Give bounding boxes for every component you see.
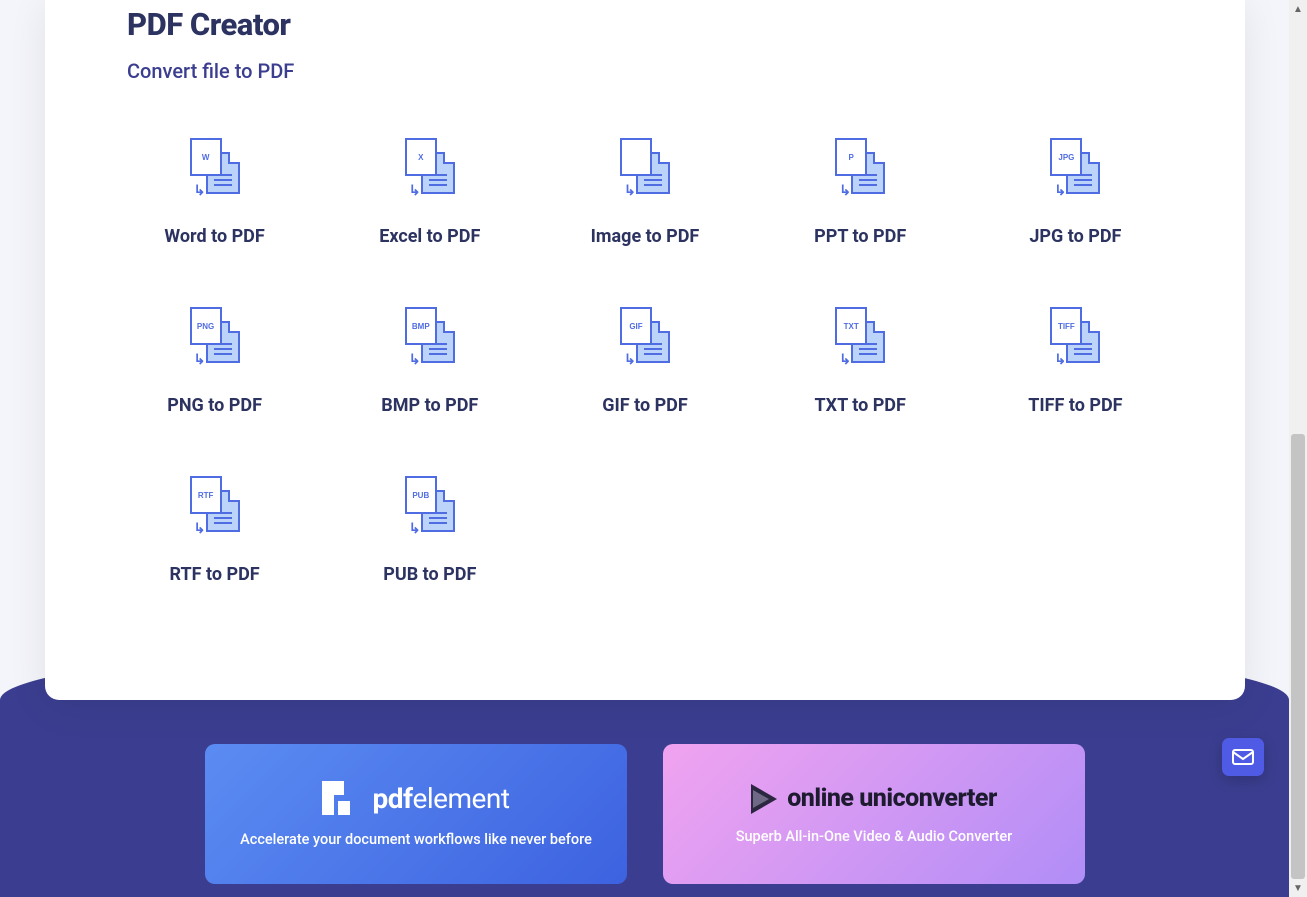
tool-label: BMP to PDF [381,395,478,416]
tool-label: PPT to PDF [814,226,906,247]
bmp-file-icon: BMP ↳ [399,307,461,367]
excel-file-icon: X ↳ [399,138,461,198]
pub-file-icon: PUB ↳ [399,476,461,536]
pdf-creator-panel: PDF Creator Convert file to PDF W ↳ Word… [45,0,1245,700]
tool-excel-to-pdf[interactable]: X ↳ Excel to PDF [342,138,517,247]
ppt-file-icon: P ↳ [829,138,891,198]
tool-image-to-pdf[interactable]: ↳ Image to PDF [557,138,732,247]
tool-label: GIF to PDF [602,395,688,416]
mail-icon [1232,749,1254,765]
tool-png-to-pdf[interactable]: PNG ↳ PNG to PDF [127,307,302,416]
play-triangle-icon [751,784,777,814]
tool-bmp-to-pdf[interactable]: BMP ↳ BMP to PDF [342,307,517,416]
tool-label: Excel to PDF [379,226,480,247]
promo-uniconverter[interactable]: online uniconverter Superb All-in-One Vi… [663,744,1085,884]
page-title: PDF Creator [127,6,1163,43]
word-file-icon: W ↳ [184,138,246,198]
scrollbar-thumb[interactable] [1291,434,1305,879]
tool-word-to-pdf[interactable]: W ↳ Word to PDF [127,138,302,247]
gif-file-icon: GIF ↳ [614,307,676,367]
vertical-scrollbar[interactable]: ▲ ▼ [1289,0,1307,897]
tool-label: TXT to PDF [814,395,905,416]
promo-row: pdfelement Accelerate your document work… [205,744,1085,884]
rtf-file-icon: RTF ↳ [184,476,246,536]
tool-label: TIFF to PDF [1028,395,1122,416]
tool-ppt-to-pdf[interactable]: P ↳ PPT to PDF [773,138,948,247]
jpg-file-icon: JPG ↳ [1044,138,1106,198]
tool-tiff-to-pdf[interactable]: TIFF ↳ TIFF to PDF [988,307,1163,416]
tool-label: PUB to PDF [383,564,476,585]
page-subtitle: Convert file to PDF [127,59,1163,83]
tool-label: RTF to PDF [170,564,260,585]
tool-label: JPG to PDF [1029,226,1121,247]
tool-jpg-to-pdf[interactable]: JPG ↳ JPG to PDF [988,138,1163,247]
png-file-icon: PNG ↳ [184,307,246,367]
tool-rtf-to-pdf[interactable]: RTF ↳ RTF to PDF [127,476,302,585]
tiff-file-icon: TIFF ↳ [1044,307,1106,367]
scroll-up-arrow-icon[interactable]: ▲ [1289,0,1307,18]
txt-file-icon: TXT ↳ [829,307,891,367]
pdfelement-mark-icon [322,781,362,817]
uniconverter-tagline: Superb All-in-One Video & Audio Converte… [736,828,1013,845]
uniconverter-wordmark: online uniconverter [787,784,997,813]
tool-gif-to-pdf[interactable]: GIF ↳ GIF to PDF [557,307,732,416]
tools-grid: W ↳ Word to PDF X ↳ Excel to PDF ↳ [127,138,1163,585]
tool-label: Image to PDF [591,226,700,247]
scroll-down-arrow-icon[interactable]: ▼ [1289,879,1307,897]
promo-pdfelement[interactable]: pdfelement Accelerate your document work… [205,744,627,884]
pdfelement-tagline: Accelerate your document workflows like … [240,831,592,848]
image-file-icon: ↳ [614,138,676,198]
tool-pub-to-pdf[interactable]: PUB ↳ PUB to PDF [342,476,517,585]
pdfelement-wordmark: pdfelement [372,782,509,815]
tool-label: PNG to PDF [167,395,262,416]
tool-label: Word to PDF [164,226,264,247]
pdfelement-logo: pdfelement [322,781,509,817]
uniconverter-logo: online uniconverter [751,784,997,814]
tool-txt-to-pdf[interactable]: TXT ↳ TXT to PDF [773,307,948,416]
email-fab[interactable] [1222,738,1264,776]
